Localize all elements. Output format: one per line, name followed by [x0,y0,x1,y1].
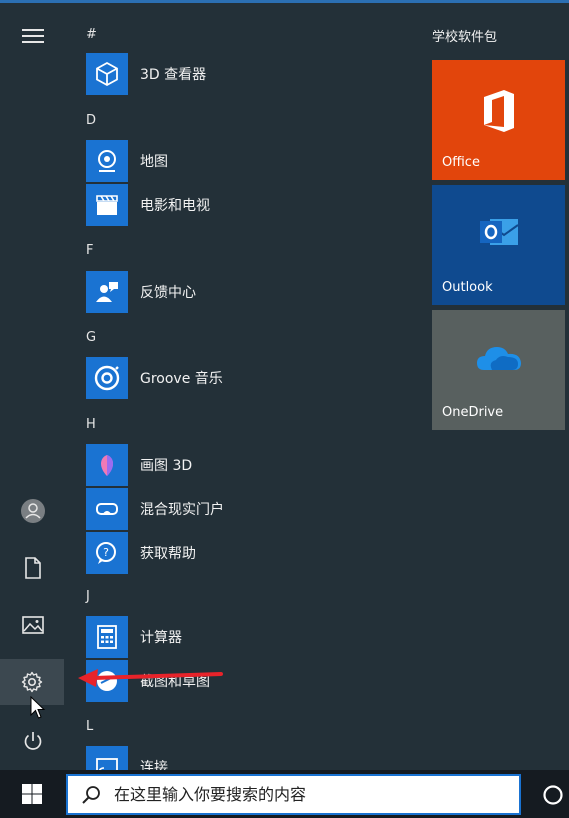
document-icon [25,557,41,579]
group-header-hash[interactable]: # [86,25,97,45]
app-label: 电影和电视 [140,198,210,214]
cortana-button[interactable] [538,780,568,810]
app-label: 混合现实门户 [140,502,224,518]
app-label: 连接 [140,760,168,770]
group-header-d[interactable]: D [86,111,96,131]
groove-disc-icon [86,357,128,399]
tile-label: OneDrive [442,405,504,420]
onedrive-cloud-icon [432,338,565,378]
app-item-movies-tv[interactable]: 电影和电视 [86,184,406,226]
clapperboard-icon [86,184,128,226]
search-input[interactable] [114,785,494,804]
app-label: 地图 [140,154,168,170]
app-label: 计算器 [140,630,182,646]
app-item-connect[interactable]: 连接 [86,746,406,770]
start-button[interactable] [0,770,64,818]
app-item-3d-viewer[interactable]: 3D 查看器 [86,53,406,95]
app-item-maps[interactable]: 地图 [86,140,406,182]
avatar-icon [21,499,45,523]
svg-text:?: ? [103,546,109,559]
power-icon [24,732,42,750]
app-item-calculator[interactable]: 计算器 [86,616,406,658]
app-item-feedback-hub[interactable]: 反馈中心 [86,271,406,313]
pictures-button[interactable] [8,602,58,648]
cortana-circle-icon [543,785,563,805]
group-header-h[interactable]: H [86,415,96,435]
app-item-get-help[interactable]: ? 获取帮助 [86,532,406,574]
app-label: 画图 3D [140,458,193,474]
group-header-f[interactable]: F [86,241,93,261]
tile-office[interactable]: Office [432,60,565,180]
office-icon [432,88,565,134]
tile-label: Office [442,155,480,170]
connect-icon [86,746,128,770]
cube-icon [86,53,128,95]
app-item-paint-3d[interactable]: 画图 3D [86,444,406,486]
mouse-cursor-icon [30,696,46,719]
group-header-g[interactable]: G [86,328,96,348]
group-header-j[interactable]: J [86,587,90,607]
app-label: 获取帮助 [140,546,196,562]
user-account-button[interactable] [8,488,58,534]
power-button[interactable] [8,718,58,764]
tile-label: Outlook [442,280,493,295]
gear-icon [21,671,43,693]
feedback-person-icon [86,271,128,313]
app-label: 反馈中心 [140,285,196,301]
start-left-rail [0,3,66,770]
group-header-l[interactable]: L [86,717,93,737]
tile-onedrive[interactable]: OneDrive [432,310,565,430]
vr-headset-icon [86,488,128,530]
map-pin-icon [86,140,128,182]
picture-icon [22,616,44,634]
expand-menu-button[interactable] [8,13,58,59]
calculator-icon [86,616,128,658]
app-list[interactable]: # 3D 查看器 D 地图 电影和电视 F 反馈中心 G Groove 音乐 H [66,3,416,770]
app-label: 3D 查看器 [140,67,207,83]
tile-outlook[interactable]: Outlook [432,185,565,305]
app-item-groove-music[interactable]: Groove 音乐 [86,357,406,399]
windows-logo-icon [22,784,42,804]
taskbar [0,770,569,818]
annotation-arrow [78,669,223,687]
outlook-icon [432,213,565,253]
paint3d-icon [86,444,128,486]
documents-button[interactable] [8,545,58,591]
help-chat-icon: ? [86,532,128,574]
app-item-mixed-reality-portal[interactable]: 混合现实门户 [86,488,406,530]
hamburger-icon [22,29,44,43]
taskbar-search-box[interactable] [66,774,521,815]
search-icon [68,785,114,805]
app-label: Groove 音乐 [140,371,223,387]
tile-group-header[interactable]: 学校软件包 [432,26,497,45]
